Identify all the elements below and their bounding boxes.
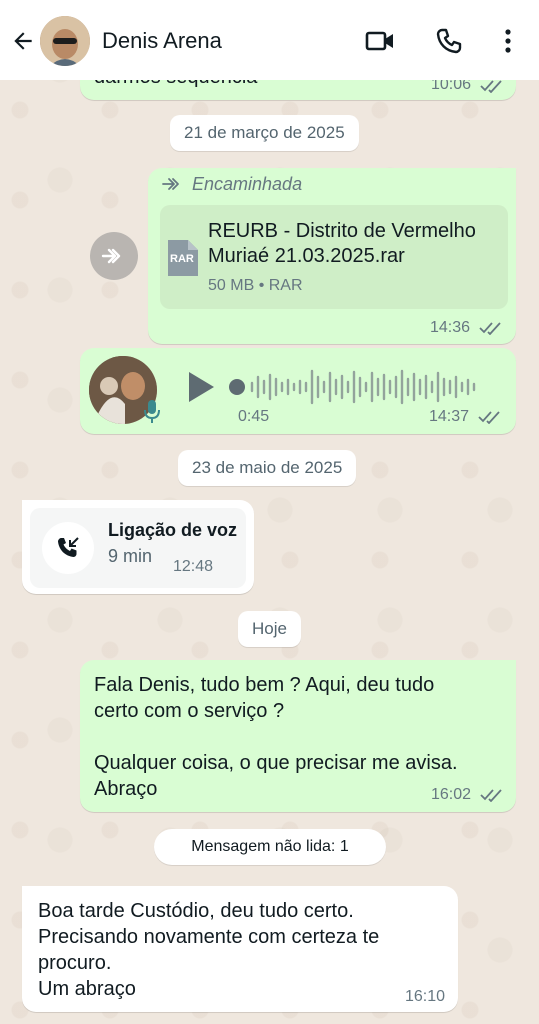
read-ticks-icon — [478, 411, 500, 424]
message-bubble-voice-call[interactable]: Ligação de voz 9 min 12:48 — [22, 500, 254, 594]
unread-messages-banner: Mensagem não lida: 1 — [154, 829, 386, 865]
forwarded-icon — [162, 178, 179, 190]
date-separator: 23 de maio de 2025 — [178, 450, 357, 486]
back-arrow-icon[interactable] — [10, 28, 36, 54]
message-bubble-incoming[interactable]: Boa tarde Custódio, deu tudo certo. Prec… — [22, 886, 458, 1012]
file-name-line-2: Muriaé 21.03.2025.rar — [208, 245, 405, 267]
avatar-photo — [40, 16, 90, 66]
message-time: 14:37 — [429, 408, 470, 425]
read-ticks-icon — [479, 322, 501, 335]
chat-header: Denis Arena — [0, 0, 539, 80]
voice-waveform[interactable] — [228, 367, 492, 407]
message-text: Fala Denis, tudo bem ? Aqui, deu tudo ce… — [94, 674, 458, 800]
voice-call-icon[interactable] — [434, 27, 464, 55]
file-attachment-card[interactable]: RAR REURB - Distrito de Vermelho Muriaé … — [160, 205, 508, 309]
message-time: 12:48 — [173, 558, 214, 575]
microphone-icon — [144, 400, 160, 423]
read-ticks-icon — [480, 789, 502, 802]
file-type-badge: RAR — [170, 253, 194, 265]
voice-call-icon-circle — [42, 522, 94, 574]
incoming-call-icon — [58, 537, 79, 557]
forwarded-label: Encaminhada — [192, 174, 303, 194]
message-time: 16:02 — [431, 786, 472, 803]
voice-call-title: Ligação de voz — [108, 520, 238, 540]
message-time: 16:10 — [405, 988, 446, 1005]
play-icon[interactable] — [186, 370, 216, 404]
contact-name[interactable]: Denis Arena — [102, 28, 222, 54]
forward-shortcut-button[interactable] — [90, 232, 138, 280]
forward-icon — [101, 248, 121, 264]
video-call-icon[interactable] — [365, 27, 395, 55]
message-time: 14:36 — [430, 319, 471, 336]
contact-avatar[interactable] — [40, 16, 90, 66]
file-name-line-1: REURB - Distrito de Vermelho — [208, 220, 476, 242]
more-options-icon[interactable] — [496, 27, 520, 55]
date-separator: Hoje — [238, 611, 301, 647]
message-bubble-voice-note[interactable]: 0:45 14:37 — [80, 348, 516, 434]
message-bubble-outgoing[interactable]: Fala Denis, tudo bem ? Aqui, deu tudo ce… — [80, 660, 516, 812]
file-meta: 50 MB • RAR — [208, 277, 303, 294]
date-separator: 21 de março de 2025 — [170, 115, 359, 151]
file-name: REURB - Distrito de Vermelho Muriaé 21.0… — [208, 219, 476, 269]
voice-call-duration: 9 min — [108, 546, 153, 566]
voice-note-duration: 0:45 — [238, 408, 270, 425]
message-text: Boa tarde Custódio, deu tudo certo. Prec… — [38, 900, 380, 1000]
read-ticks-icon — [480, 80, 502, 93]
